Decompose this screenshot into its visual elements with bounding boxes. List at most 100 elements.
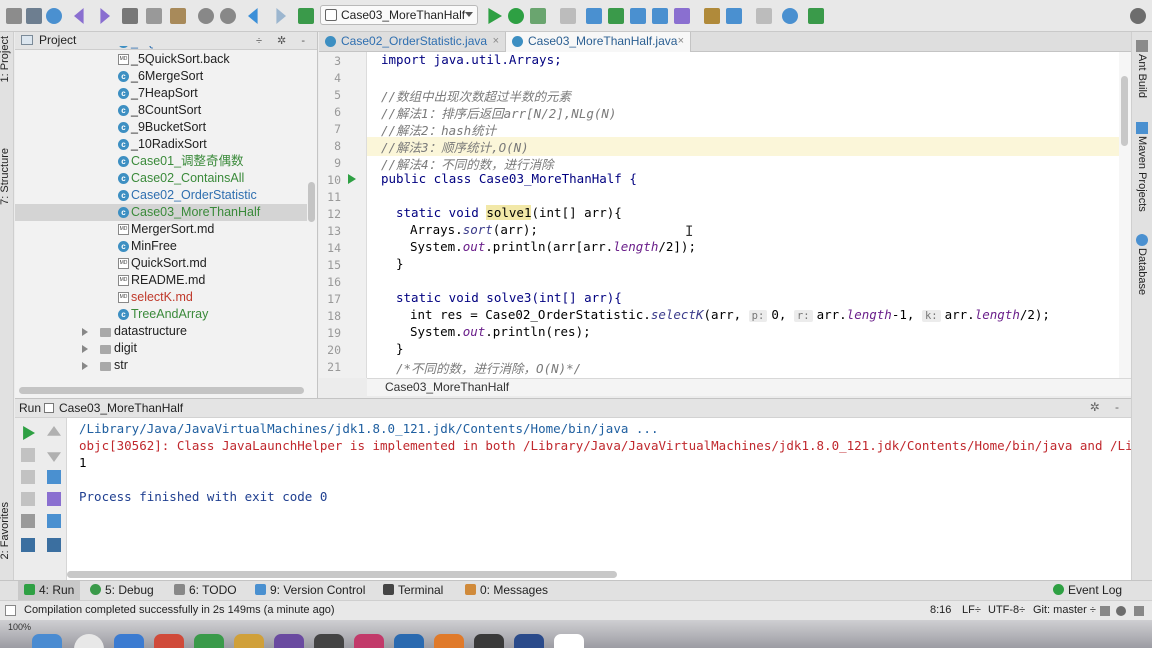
exit-icon[interactable] — [21, 514, 35, 528]
app-icon[interactable] — [434, 634, 464, 648]
dump-threads-icon[interactable] — [21, 492, 35, 506]
layout-icon[interactable] — [21, 538, 35, 552]
tree-item[interactable]: c Case01_调整奇偶数 — [15, 153, 307, 170]
tree-item[interactable]: c _8CountSort — [15, 102, 307, 119]
tree-item[interactable]: MD README.md — [15, 272, 307, 289]
up-icon[interactable] — [47, 426, 61, 436]
app-icon[interactable] — [314, 634, 344, 648]
vcs-revert-icon[interactable] — [674, 8, 690, 24]
download-icon[interactable] — [756, 8, 772, 24]
settings-icon[interactable] — [704, 8, 720, 24]
app-icon[interactable] — [234, 634, 264, 648]
caret-position[interactable]: 8:16 — [930, 604, 951, 616]
app-icon[interactable] — [274, 634, 304, 648]
tree-item[interactable]: digit — [15, 340, 307, 357]
code-editor[interactable]: import java.util.Arrays; //数组中出现次数超过半数的元… — [367, 52, 1119, 378]
tab-todo[interactable]: 6: TODO — [174, 583, 237, 597]
tab-version-control[interactable]: 9: Version Control — [255, 583, 365, 597]
run-console[interactable]: /Library/Java/JavaVirtualMachines/jdk1.8… — [67, 418, 1131, 580]
project-tool-tab[interactable]: 1: Project — [0, 36, 11, 82]
tree-item[interactable]: c _9BucketSort — [15, 119, 307, 136]
memory-icon[interactable] — [1134, 606, 1144, 616]
help-icon[interactable] — [782, 8, 798, 24]
tree-item[interactable]: c MinFree — [15, 238, 307, 255]
run-class-gutter-icon[interactable] — [348, 174, 356, 184]
redo-icon[interactable] — [100, 8, 110, 24]
project-structure-icon[interactable] — [726, 8, 742, 24]
project-pane-title[interactable]: Project — [39, 33, 76, 47]
tree-item[interactable]: c TreeAndArray — [15, 306, 307, 323]
tab-debug[interactable]: 5: Debug — [90, 583, 154, 597]
tree-vertical-scrollbar[interactable] — [308, 182, 315, 222]
forward-icon[interactable] — [276, 8, 286, 24]
sync-icon[interactable] — [46, 8, 62, 24]
git-branch[interactable]: Git: master ÷ — [1033, 604, 1096, 616]
tab-case03-morethanhalf[interactable]: Case03_MoreThanHalf.java × — [505, 32, 691, 52]
tab-run[interactable]: 4: Run — [18, 581, 81, 600]
stop-icon[interactable] — [21, 448, 35, 462]
find-icon[interactable] — [198, 8, 214, 24]
favorites-tool-tab[interactable]: 2: Favorites — [0, 502, 11, 559]
vcs-update-icon[interactable] — [586, 8, 602, 24]
structure-tool-tab[interactable]: 7: Structure — [0, 148, 11, 205]
tab-event-log[interactable]: Event Log — [1053, 583, 1122, 597]
line-separator[interactable]: LF÷ — [962, 604, 981, 616]
breadcrumb-item[interactable]: Case03_MoreThanHalf — [385, 380, 509, 394]
console-horizontal-scrollbar[interactable] — [67, 571, 617, 578]
chevron-right-icon[interactable] — [82, 328, 88, 336]
run-configuration-select[interactable]: Case03_MoreThanHalf — [320, 5, 478, 25]
tree-item[interactable]: datastructure — [15, 323, 307, 340]
tree-item[interactable]: c Case03_MoreThanHalf — [15, 204, 307, 221]
soft-wrap-icon[interactable] — [47, 470, 61, 484]
launchpad-icon[interactable] — [74, 634, 104, 648]
cut-icon[interactable] — [122, 8, 138, 24]
app-icon[interactable] — [194, 634, 224, 648]
app-icon[interactable] — [394, 634, 424, 648]
copy-icon[interactable] — [146, 8, 162, 24]
gear-icon[interactable]: ✲ ‑ — [1090, 400, 1125, 414]
rerun-icon[interactable] — [23, 426, 35, 440]
app-icon[interactable] — [154, 634, 184, 648]
vcs-history-icon[interactable] — [652, 8, 668, 24]
stop-icon[interactable] — [560, 8, 576, 24]
tab-messages[interactable]: 0: Messages — [465, 583, 548, 597]
tool-windows-icon[interactable] — [5, 605, 16, 616]
editor-vertical-scrollbar[interactable] — [1121, 76, 1128, 146]
run-tab-label[interactable]: Case03_MoreThanHalf — [59, 401, 183, 415]
database-tool-tab[interactable]: Database — [1136, 248, 1148, 295]
close-icon[interactable]: × — [493, 32, 499, 51]
maven-projects-tool-tab[interactable]: Maven Projects — [1136, 136, 1148, 212]
run-icon[interactable] — [488, 8, 502, 24]
close-icon[interactable]: × — [678, 32, 684, 51]
terminal-app-icon[interactable] — [474, 634, 504, 648]
app-icon[interactable] — [354, 634, 384, 648]
file-encoding[interactable]: UTF-8÷ — [988, 604, 1025, 616]
build-icon[interactable] — [298, 8, 314, 24]
app-icon[interactable] — [554, 634, 584, 648]
tree-item[interactable]: c _7HeapSort — [15, 85, 307, 102]
tree-item[interactable]: MD MergerSort.md — [15, 221, 307, 238]
tree-item[interactable]: c Case02_OrderStatistic — [15, 187, 307, 204]
tree-item[interactable]: MD selectK.md — [15, 289, 307, 306]
tree-item[interactable]: MD QuickSort.md — [15, 255, 307, 272]
tree-item[interactable]: c _10RadixSort — [15, 136, 307, 153]
chevron-right-icon[interactable] — [82, 345, 88, 353]
inspector-icon[interactable] — [1116, 606, 1126, 616]
print-icon[interactable] — [47, 514, 61, 528]
back-icon[interactable] — [248, 8, 258, 24]
coverage-icon[interactable] — [530, 8, 546, 24]
debug-icon[interactable] — [508, 8, 524, 24]
save-icon[interactable] — [26, 8, 42, 24]
tab-terminal[interactable]: Terminal — [383, 583, 443, 597]
plugin-icon[interactable] — [808, 8, 824, 24]
down-icon[interactable] — [47, 452, 61, 462]
clear-all-icon[interactable] — [47, 538, 61, 552]
undo-icon[interactable] — [74, 8, 84, 24]
intellij-app-icon[interactable] — [514, 634, 544, 648]
lock-icon[interactable] — [1100, 606, 1110, 616]
scroll-to-end-icon[interactable] — [47, 492, 61, 506]
search-everywhere-icon[interactable] — [1130, 8, 1146, 24]
safari-icon[interactable] — [114, 634, 144, 648]
ant-build-tool-tab[interactable]: Ant Build — [1136, 54, 1148, 98]
vcs-commit-icon[interactable] — [608, 8, 624, 24]
